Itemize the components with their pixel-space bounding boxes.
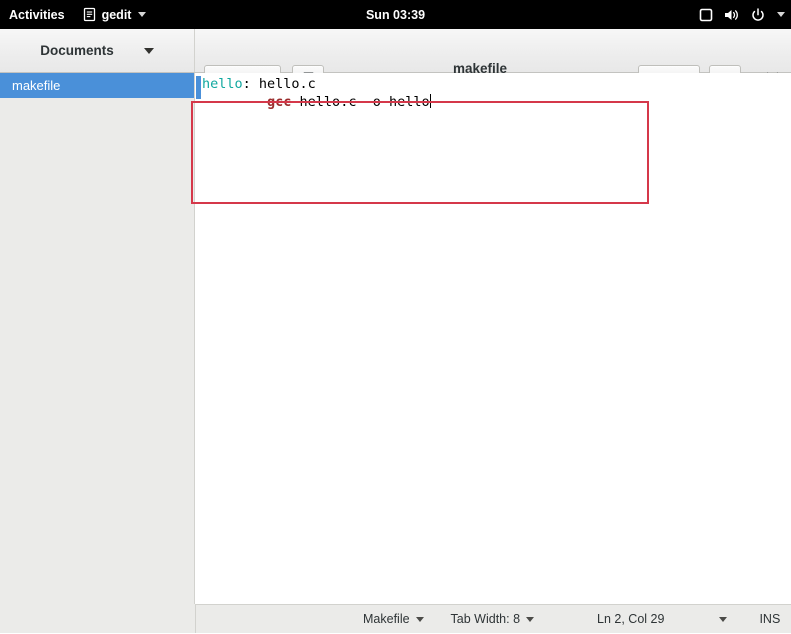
language-label: Makefile [363, 612, 410, 626]
chevron-down-icon [719, 616, 728, 622]
chevron-down-icon [526, 616, 535, 622]
tab-width-selector[interactable]: Tab Width: 8 [450, 605, 535, 634]
insert-mode-indicator[interactable]: INS [759, 605, 780, 634]
makefile-colon-token: : [242, 76, 251, 92]
cursor-position: Ln 2, Col 29 [597, 605, 664, 634]
text-editor-area[interactable]: hello: hello.c gcc hello.c -o hello [196, 73, 791, 604]
list-item[interactable]: makefile [0, 73, 194, 98]
text-cursor [429, 93, 431, 108]
status-bar: Makefile Tab Width: 8 Ln 2, Col 29 INS [196, 604, 791, 633]
chevron-down-icon[interactable] [777, 12, 785, 17]
gedit-window: Documents Open makefile ~/Desktop/hello … [0, 29, 791, 633]
system-status-area[interactable] [699, 0, 785, 29]
cursor-position-label: Ln 2, Col 29 [597, 612, 665, 626]
insert-mode-label: INS [759, 612, 781, 626]
volume-icon[interactable] [724, 8, 740, 22]
source-code[interactable]: hello: hello.c gcc hello.c -o hello [202, 76, 431, 111]
gnome-top-bar: Activities gedit Sun 03:39 [0, 0, 791, 29]
tab-width-label: Tab Width: 8 [450, 612, 521, 626]
clock-label: Sun 03:39 [365, 7, 426, 22]
makefile-target-token: hello [202, 76, 243, 92]
clock[interactable]: Sun 03:39 [0, 0, 791, 29]
power-icon[interactable] [751, 7, 765, 22]
document-name-label: makefile [12, 78, 61, 93]
makefile-prereq-token: hello.c [250, 76, 316, 92]
makefile-command-token: gcc [267, 93, 292, 110]
position-dropdown[interactable] [719, 605, 728, 634]
screen: Activities gedit Sun 03:39 Documents mak… [0, 0, 791, 633]
documents-title: Documents [40, 43, 114, 58]
documents-sidebar: makefile [0, 73, 195, 604]
chevron-down-icon [415, 616, 424, 622]
language-selector[interactable]: Makefile [363, 605, 424, 634]
chevron-down-icon[interactable] [143, 47, 154, 54]
makefile-args-token: hello.c -o hello [291, 93, 430, 110]
makefile-indent [202, 94, 267, 110]
sidebar-header[interactable]: Documents [0, 29, 195, 72]
status-bar-left-filler [0, 604, 196, 633]
screen-icon[interactable] [699, 8, 713, 22]
current-line-marker [196, 76, 201, 99]
